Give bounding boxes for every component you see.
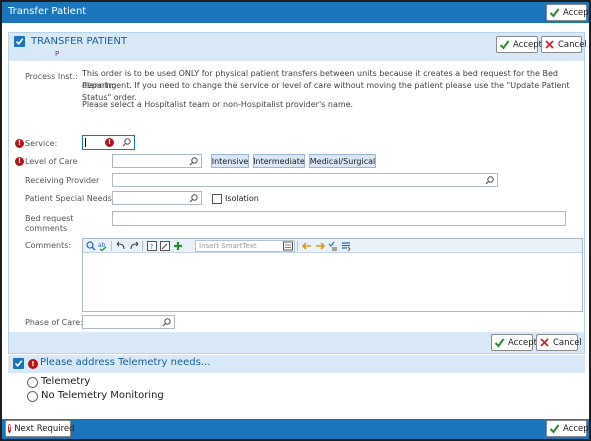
order-cancel-label: Cancel — [558, 39, 587, 50]
level-intensive-button[interactable]: Intensive — [211, 154, 249, 168]
svg-text:?: ? — [150, 243, 154, 251]
toolbar-divider — [142, 241, 143, 251]
bottom-accept-label: Accept — [563, 423, 591, 434]
order-dialog: Transfer Patient Accept TRANSFER PATIENT… — [0, 0, 591, 441]
order-checkbox[interactable] — [14, 36, 25, 47]
checkmark-icon — [14, 360, 23, 368]
order-priority-marker: P — [55, 50, 60, 58]
comments-editor[interactable]: ab ? Insert SmartText — [82, 238, 583, 312]
toolbar-divider — [111, 241, 112, 251]
transfer-patient-order: TRANSFER PATIENT P Accept Cancel Process… — [8, 32, 587, 354]
process-inst-line-3: Please select a Hospitalist team or non-… — [82, 100, 354, 109]
bed-request-label-line-1: Bed request — [25, 214, 74, 223]
footer-accept-button[interactable]: Accept — [491, 334, 537, 351]
required-icon: ! — [28, 359, 38, 369]
search-icon[interactable] — [162, 318, 171, 327]
level-of-care-field[interactable] — [112, 154, 202, 168]
help-icon[interactable]: ? — [147, 241, 157, 251]
phase-of-care-field[interactable] — [82, 315, 175, 329]
order-title: TRANSFER PATIENT — [31, 36, 127, 47]
smarttext-input[interactable]: Insert SmartText — [195, 240, 295, 252]
search-icon[interactable] — [122, 138, 131, 147]
telemetry-option-label: Telemetry — [41, 376, 91, 387]
no-telemetry-option-label: No Telemetry Monitoring — [41, 390, 164, 401]
bottom-accept-button[interactable]: Accept — [546, 420, 591, 437]
close-icon — [539, 337, 550, 348]
order-cancel-button[interactable]: Cancel — [541, 36, 587, 53]
next-required-button[interactable]: ! Next Required — [5, 420, 75, 437]
service-label: Service: — [25, 139, 58, 148]
telemetry-header: ! Please address Telemetry needs... — [8, 355, 585, 373]
undo-icon[interactable] — [116, 241, 126, 251]
footer-cancel-button[interactable]: Cancel — [536, 334, 582, 351]
toolbar-divider — [297, 241, 298, 251]
bed-request-label-line-2: comments — [25, 224, 68, 233]
process-inst-label: Process Inst.: — [25, 72, 78, 81]
add-icon[interactable] — [173, 241, 183, 251]
check-icon — [549, 423, 560, 434]
check-icon — [549, 7, 560, 18]
level-medical-surgical-button[interactable]: Medical/Surgical — [309, 154, 376, 168]
no-telemetry-radio[interactable] — [27, 391, 38, 402]
service-field[interactable]: ! — [82, 135, 135, 150]
required-icon: ! — [105, 138, 114, 147]
next-required-label: Next Required — [14, 423, 75, 434]
special-needs-field[interactable] — [112, 191, 202, 205]
window-accept-label: Accept — [563, 7, 591, 18]
order-header: TRANSFER PATIENT P Accept Cancel — [9, 33, 587, 61]
footer-cancel-label: Cancel — [553, 337, 582, 348]
order-footer: Accept Cancel — [9, 332, 584, 353]
required-icon: ! — [8, 424, 12, 433]
search-icon[interactable] — [485, 176, 494, 185]
telemetry-checkbox[interactable] — [13, 358, 24, 369]
spellcheck-icon[interactable]: ab — [98, 241, 108, 251]
receiving-provider-label: Receiving Provider — [25, 176, 100, 185]
title-bar: Transfer Patient Accept — [2, 2, 591, 23]
insert-list-icon[interactable] — [341, 241, 351, 251]
telemetry-radio[interactable] — [27, 377, 38, 388]
level-intermediate-button[interactable]: Intermediate — [253, 154, 305, 168]
arrow-left-icon[interactable] — [302, 241, 312, 251]
isolation-checkbox[interactable] — [212, 194, 222, 204]
required-icon: ! — [15, 157, 24, 166]
edit-icon[interactable] — [160, 241, 170, 251]
receiving-provider-field[interactable] — [112, 173, 498, 187]
telemetry-title: Please address Telemetry needs... — [40, 357, 211, 368]
checklist-icon[interactable] — [328, 241, 338, 251]
redo-icon[interactable] — [129, 241, 139, 251]
order-accept-label: Accept — [513, 39, 542, 50]
text-cursor — [85, 138, 86, 147]
isolation-label: Isolation — [225, 194, 259, 203]
search-icon[interactable] — [189, 157, 198, 166]
special-needs-label: Patient Special Needs — [25, 194, 112, 203]
search-icon[interactable] — [189, 194, 198, 203]
comments-label: Comments: — [25, 241, 72, 250]
check-icon — [494, 337, 505, 348]
smarttext-list-icon[interactable] — [283, 241, 293, 251]
level-of-care-label: Level of Care — [25, 157, 78, 166]
close-icon — [544, 39, 555, 50]
footer-accept-label: Accept — [508, 337, 537, 348]
order-accept-button[interactable]: Accept — [496, 36, 542, 53]
checkmark-icon — [15, 38, 24, 46]
required-icon: ! — [15, 139, 24, 148]
window-accept-button[interactable]: Accept — [546, 4, 591, 21]
bottom-bar: ! Next Required Accept — [2, 419, 591, 439]
check-icon — [499, 39, 510, 50]
comments-toolbar: ab ? Insert SmartText — [83, 239, 582, 253]
phase-of-care-label: Phase of Care: — [25, 318, 83, 327]
bed-request-comments-field[interactable] — [112, 211, 566, 226]
window-title: Transfer Patient — [8, 6, 87, 17]
arrow-right-icon[interactable] — [315, 241, 325, 251]
find-icon[interactable] — [86, 241, 96, 251]
